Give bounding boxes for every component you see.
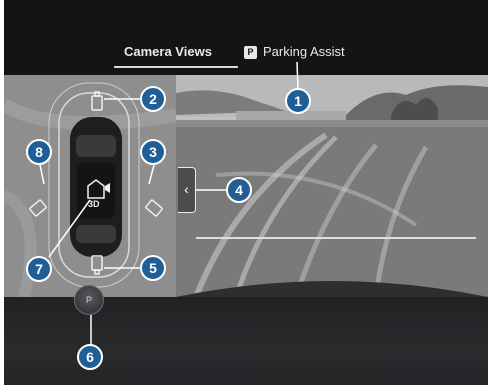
left-mirror-camera-icon[interactable] (29, 199, 47, 217)
callout-8: 8 (26, 139, 52, 165)
callout-7: 7 (26, 256, 52, 282)
callout-3: 3 (140, 139, 166, 165)
callout-4: 4 (226, 177, 252, 203)
callout-1: 1 (285, 88, 311, 114)
callout-2: 2 (140, 86, 166, 112)
front-camera-icon[interactable] (91, 91, 103, 111)
3d-view-icon[interactable] (87, 179, 110, 199)
display-screen: Camera Views P Parking Assist ‹ P 3D 1 2… (4, 0, 488, 385)
right-mirror-camera-icon[interactable] (145, 199, 163, 217)
callout-8-leader (39, 164, 45, 185)
callout-5: 5 (140, 255, 166, 281)
callout-6: 6 (77, 344, 103, 370)
callout-1-leader (296, 61, 299, 91)
callout-3-leader (148, 164, 155, 185)
rear-camera-icon[interactable] (91, 255, 103, 275)
callout-7-leader (48, 199, 91, 258)
